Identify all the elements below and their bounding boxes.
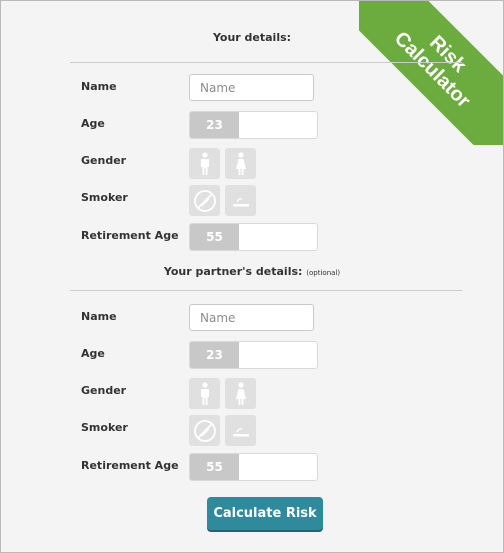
partner-name-label: Name — [81, 310, 117, 323]
gender-female-button[interactable] — [225, 148, 256, 179]
male-icon — [200, 381, 209, 405]
smoker-label: Smoker — [81, 191, 128, 204]
partner-non-smoker-button[interactable] — [189, 415, 220, 446]
name-label: Name — [81, 80, 117, 93]
partner-retirement-age-label: Retirement Age — [81, 459, 179, 472]
your-details-title-text: Your details: — [212, 31, 292, 44]
retirement-age-label: Retirement Age — [81, 229, 179, 242]
non-smoker-button[interactable] — [189, 185, 220, 216]
your-details-title: Your details: — [1, 31, 503, 44]
calculate-risk-button[interactable]: Calculate Risk — [207, 497, 323, 530]
gender-male-button[interactable] — [189, 148, 220, 179]
retirement-age-slider[interactable]: 55 — [189, 223, 318, 251]
partner-retirement-age-slider[interactable]: 55 — [189, 453, 318, 481]
partner-gender-male-button[interactable] — [189, 378, 220, 409]
partner-gender-female-button[interactable] — [225, 378, 256, 409]
divider — [70, 62, 462, 63]
female-icon — [235, 151, 246, 175]
age-value: 23 — [190, 112, 239, 138]
risk-calculator-panel: Risk Calculator Your details: Name Age 2… — [0, 0, 504, 553]
male-icon — [200, 151, 209, 175]
partner-age-slider[interactable]: 23 — [189, 341, 318, 369]
optional-note: (optional) — [306, 269, 341, 277]
divider — [70, 290, 462, 291]
gender-label: Gender — [81, 154, 127, 167]
risk-calculator-ribbon: Risk Calculator — [359, 1, 503, 145]
partner-gender-label: Gender — [81, 384, 127, 397]
partner-age-value: 23 — [190, 342, 239, 368]
age-slider[interactable]: 23 — [189, 111, 318, 139]
partner-details-title-text: Your partner's details: — [163, 265, 303, 278]
no-smoking-icon — [193, 189, 216, 212]
age-label: Age — [81, 117, 105, 130]
smoker-button[interactable] — [225, 185, 256, 216]
partner-retirement-age-value: 55 — [190, 454, 239, 480]
retirement-age-value: 55 — [190, 224, 239, 250]
partner-smoker-label: Smoker — [81, 421, 128, 434]
partner-details-title: Your partner's details: (optional) — [1, 265, 503, 278]
ribbon-container: Risk Calculator — [359, 1, 503, 145]
no-smoking-icon — [193, 419, 216, 442]
cigarette-icon — [232, 427, 249, 436]
partner-name-input[interactable] — [189, 304, 314, 331]
partner-age-label: Age — [81, 347, 105, 360]
name-input[interactable] — [189, 74, 314, 101]
female-icon — [235, 381, 246, 405]
partner-smoker-button[interactable] — [225, 415, 256, 446]
cigarette-icon — [232, 197, 249, 206]
